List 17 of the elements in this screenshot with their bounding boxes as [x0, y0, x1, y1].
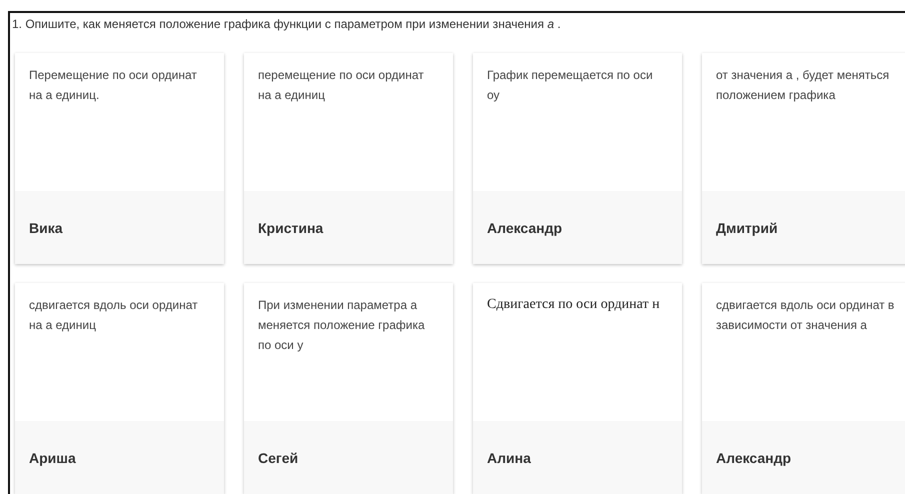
author-name: Кристина: [258, 220, 324, 236]
question-text: 1. Опишите, как меняется положение графика функции с параметром при изменении значения a .: [12, 17, 562, 31]
author-name: Дмитрий: [716, 220, 778, 236]
answer-text: перемещение по оси ординат на а единиц: [257, 67, 425, 104]
author-name: Сегей: [258, 450, 298, 466]
author-name: Алина: [487, 450, 531, 466]
answer-text: График перемещается по оси оу: [486, 67, 654, 104]
author-name: Ариша: [29, 450, 76, 466]
answer-text: При изменении параметра а меняется положение графика по оси у: [257, 297, 426, 354]
answer-text: сдвигается вдоль оси ординат на а единиц: [28, 297, 199, 334]
answer-text: сдвигается вдоль оси ординат в зависимости от значения а: [715, 297, 896, 334]
answer-text: от значения а , будет меняться положением графика: [715, 67, 890, 104]
author-name: Александр: [716, 450, 792, 466]
answer-text: Перемещение по оси ординат на а единиц.: [28, 67, 198, 104]
author-name: Александр: [487, 220, 562, 236]
answer-text: Сдвигается по оси ординат н: [486, 296, 661, 314]
author-name: Вика: [29, 220, 63, 236]
